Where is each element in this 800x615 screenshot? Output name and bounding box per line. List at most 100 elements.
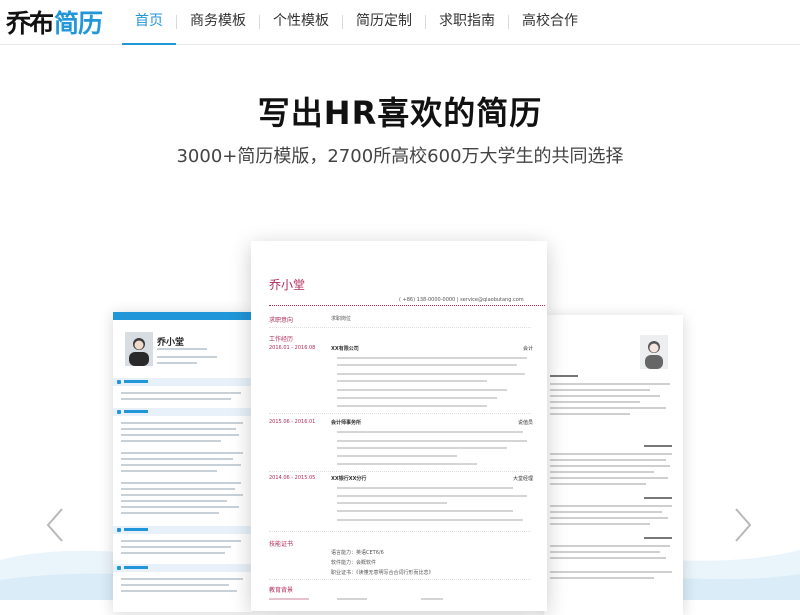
nav-item-resume-custom[interactable]: 简历定制: [343, 0, 425, 44]
resume-work-label: 工作经历: [269, 336, 294, 343]
text-line: [550, 545, 670, 547]
resume-template-card-right[interactable]: [544, 315, 683, 615]
text-line: [121, 552, 225, 554]
divider: [269, 579, 531, 580]
logo-text-part1: 乔布: [6, 9, 54, 38]
card-accent-bar: [113, 312, 252, 320]
text-line: [337, 380, 487, 382]
text-line: [337, 364, 517, 366]
job-company: XX银行XX分行: [331, 476, 367, 482]
resume-intent-label: 求职意向: [269, 317, 294, 324]
resume-education-label: 教育背景: [269, 587, 294, 594]
job-company: 会计师事务所: [331, 420, 362, 426]
text-line: [121, 464, 241, 466]
text-line: [550, 413, 630, 415]
job-date: 2015.06 - 2016.01: [269, 419, 316, 425]
text-line: [550, 407, 666, 409]
text-line: [550, 523, 650, 525]
nav-item-campus-partner[interactable]: 高校合作: [509, 0, 591, 44]
text-line: [121, 482, 241, 484]
nav-item-home[interactable]: 首页: [122, 0, 176, 45]
text-line: [337, 447, 507, 449]
nav-item-business-templates[interactable]: 商务模板: [177, 0, 259, 44]
resume-skill: 软件能力：会概软件: [331, 560, 377, 566]
text-line: [550, 459, 666, 461]
job-role: 大堂经理: [512, 476, 533, 482]
section-header: [113, 408, 252, 416]
divider: [269, 413, 531, 414]
logo-text-part2: 简历: [54, 9, 103, 38]
text-line: [121, 434, 239, 436]
resume-name: 乔小堂: [157, 338, 185, 348]
text-line: [337, 440, 527, 442]
text-line: [337, 397, 497, 399]
job-date: 2014.06 - 2015.05: [269, 475, 316, 481]
job-company: XX有限公司: [331, 346, 359, 352]
divider: [269, 305, 545, 306]
nav-item-personal-templates[interactable]: 个性模板: [260, 0, 342, 44]
resume-contact: ( +86) 138-0000-0000 | service@qiaobutan…: [399, 297, 524, 303]
text-line: [121, 422, 243, 424]
text-line: [550, 465, 670, 467]
text-line: [121, 458, 233, 460]
text-line: [337, 463, 477, 465]
text-line: [157, 362, 197, 364]
text-line: [550, 483, 646, 485]
divider: [269, 471, 531, 472]
text-line: [550, 375, 578, 377]
section-header: [113, 526, 252, 534]
text-line: [337, 405, 487, 407]
text-line: [550, 571, 672, 573]
resume-skills-label: 技能证书: [269, 541, 294, 548]
text-line: [337, 510, 513, 512]
text-line: [337, 431, 523, 433]
resume-intent-value: 求职岗位: [331, 316, 352, 322]
nav-item-job-guide[interactable]: 求职指南: [426, 0, 508, 44]
text-line: [121, 584, 229, 586]
text-line: [550, 477, 668, 479]
text-line: [121, 512, 219, 514]
section-header: [113, 564, 252, 572]
text-line: [157, 356, 217, 358]
site-logo[interactable]: 乔布 简历: [6, 6, 103, 38]
text-line: [550, 511, 662, 513]
divider: [269, 531, 531, 532]
job-date: 2016.01 - 2016.08: [269, 345, 316, 351]
job-role: 说值员: [517, 420, 533, 426]
text-line: [644, 497, 672, 499]
text-line: [550, 383, 670, 385]
text-line: [550, 453, 672, 455]
chevron-right-icon[interactable]: [730, 505, 756, 545]
text-line: [337, 495, 527, 497]
text-line: [121, 540, 241, 542]
text-line: [121, 488, 235, 490]
text-line: [337, 455, 457, 457]
text-line: [121, 578, 243, 580]
text-line: [550, 401, 640, 403]
resume-skill: 语言能力：英语CET6/6: [331, 550, 384, 556]
text-line: [337, 389, 507, 391]
text-line: [550, 577, 654, 579]
text-line: [121, 500, 227, 502]
text-line: [121, 398, 231, 400]
text-line: [337, 487, 513, 489]
resume-name: 乔小堂: [269, 278, 306, 292]
text-line: [121, 546, 231, 548]
hero-subtitle: 3000+简历模版，2700所高校600万大学生的共同选择: [176, 146, 624, 167]
divider: [269, 327, 531, 328]
text-line: [121, 452, 243, 454]
text-line: [550, 505, 672, 507]
text-line: [121, 494, 243, 496]
text-line: [121, 590, 237, 592]
resume-template-card-left[interactable]: 乔小堂: [113, 312, 252, 612]
text-line: [550, 395, 660, 397]
text-line: [550, 517, 668, 519]
text-line: [337, 502, 447, 504]
hero-title: 写出HR喜欢的简历: [257, 94, 543, 132]
text-line: [550, 557, 666, 559]
text-line: [121, 470, 217, 472]
chevron-left-icon[interactable]: [42, 505, 68, 545]
text-line: [337, 373, 525, 375]
text-line: [644, 537, 672, 539]
resume-template-card-center[interactable]: 乔小堂 ( +86) 138-0000-0000 | service@qiaob…: [251, 241, 547, 611]
